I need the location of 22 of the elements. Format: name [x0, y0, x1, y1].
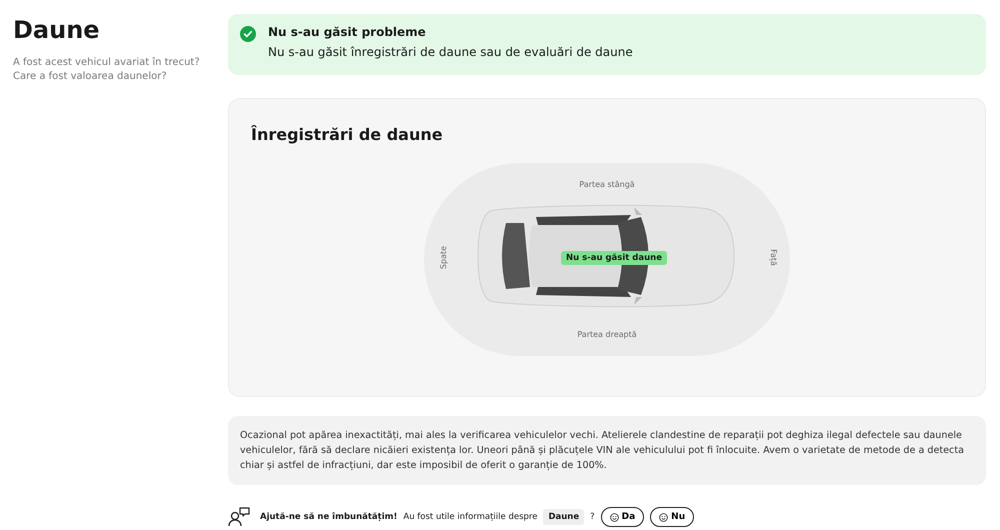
topic-tag: Daune — [543, 509, 584, 525]
feedback-question: Au fost utile informațiile despre — [403, 512, 538, 522]
disclaimer-text: Ocazional pot apărea inexactități, mai ales la verificarea vehiculelor vechi. Atelierele clandestine de reparații pot deghiza ilegal defectele sau daunele vehiculelor, fără să declare nicăieri existența lor. Uneori până și plăcuțele VIN ale vehiculului pot fi înlocuite. Avem o varietate de metode de a detecta chiar și astfel de infracțiuni, dar este imposibil de oferit o garanție de 100%. — [228, 416, 986, 485]
feedback-prompt: Ajută-ne să ne îmbunătățim! — [260, 512, 398, 522]
side-label: Partea dreaptă — [576, 330, 638, 339]
side-label: Partea stângă — [578, 180, 636, 189]
description-text: A fost acest vehicul avariat în trecut? — [13, 56, 201, 70]
feedback-button[interactable]: Da — [600, 507, 644, 527]
status-message: Nu s-au găsit înregistrări de daune sau de evaluări de daune — [268, 45, 633, 59]
status-title: Nu s-au găsit probleme — [268, 25, 427, 39]
feedback-button[interactable]: Nu — [650, 507, 694, 527]
section-title: Înregistrări de daune — [251, 125, 444, 144]
question-mark: ? — [590, 512, 595, 522]
no-damage-badge: Nu s-au găsit daune — [561, 251, 667, 265]
description-text: Care a fost valoarea daunelor? — [13, 70, 168, 84]
side-label: Față — [769, 249, 778, 266]
page-title: Daune — [13, 16, 101, 44]
smiley-icon — [659, 512, 668, 522]
feedback-person-icon — [228, 507, 250, 527]
smiley-icon — [610, 512, 619, 522]
side-label: Spate — [439, 246, 448, 270]
check-icon — [240, 26, 256, 42]
